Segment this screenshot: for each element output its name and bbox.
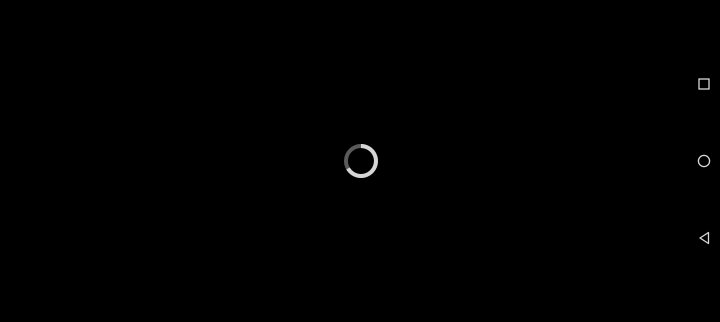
recents-button[interactable]: [688, 68, 720, 100]
loading-content-area: [0, 0, 688, 322]
square-recents-icon: [698, 78, 710, 90]
home-button[interactable]: [688, 145, 720, 177]
app-screen: [0, 0, 720, 322]
circle-home-icon: [697, 154, 711, 168]
navigation-bar: [688, 0, 720, 322]
back-button[interactable]: [688, 222, 720, 254]
triangle-back-icon: [699, 231, 710, 245]
loading-spinner-icon: [344, 144, 378, 178]
